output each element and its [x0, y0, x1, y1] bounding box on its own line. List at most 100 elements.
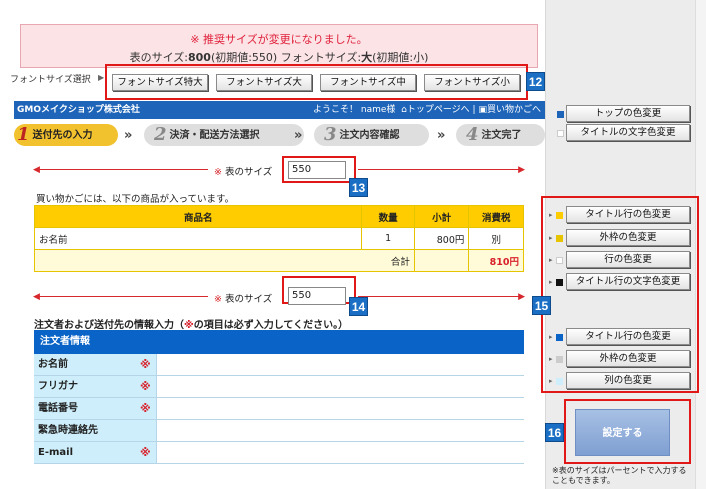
callout-14: 14 — [349, 297, 368, 316]
name-field[interactable] — [156, 354, 524, 375]
orderer-section-title: 注文者および送付先の情報入力（※の項目は必ず入力してください。） — [34, 316, 348, 331]
header-links: ようこそ！ name様 ⌂トップページへ | ▣買い物かごへ — [313, 101, 541, 119]
bullet-icon: ▸ — [549, 278, 553, 286]
bullet-icon: ▸ — [549, 234, 553, 242]
table-width-line: ◀ — [33, 165, 208, 175]
orderer-table-header: 注文者情報 — [34, 330, 524, 354]
bullet-icon: ▸ — [549, 355, 553, 363]
furigana-field[interactable] — [156, 376, 524, 397]
row-color-button[interactable]: 行の色変更 — [566, 251, 690, 268]
step-number: 4 — [466, 124, 479, 145]
table-width-line: ◀ — [33, 292, 208, 302]
alert-font-size: 大 — [361, 51, 373, 64]
step-1: 1 送付先の入力 — [14, 124, 118, 146]
checkout-steps: 1 送付先の入力 » 2 決済・配送方法選択 » 3 注文内容確認 » 4 注文完了 — [14, 122, 545, 148]
required-mark: ※ — [140, 380, 151, 393]
bullet-icon: ▸ — [549, 211, 553, 219]
total-label: 合計 — [34, 249, 415, 272]
callout-15: 15 — [532, 296, 551, 315]
footnote: ※表のサイズはパーセントで入力することもできます。 — [552, 466, 687, 485]
required-mark: ※ — [140, 446, 151, 459]
table-header-row: 商品名 数量 小計 消費税 — [33, 205, 524, 228]
chevron-right-icon: » — [294, 128, 303, 143]
color-swatch — [556, 212, 563, 219]
step-number: 3 — [324, 124, 337, 145]
bullet-icon: ▸ — [549, 333, 553, 341]
item-subtotal: 800円 — [413, 227, 470, 250]
apply-settings-button[interactable]: 設定する — [575, 409, 670, 456]
font-size-medium-button[interactable]: フォントサイズ中 — [320, 74, 416, 91]
shop-header: GMOメイクショップ株式会社 ようこそ！ name様 ⌂トップページへ | ▣買… — [14, 101, 545, 119]
font-size-label: フォントサイズ選択 — [10, 75, 91, 85]
top-color-button[interactable]: トップの色変更 — [566, 105, 690, 122]
form-row-furigana: フリガナ ※ — [34, 376, 524, 398]
cart-icon: ▣ — [478, 105, 487, 115]
color-swatch — [556, 257, 563, 264]
email-field[interactable] — [156, 442, 524, 463]
color-swatch — [556, 378, 563, 385]
step-number: 2 — [154, 124, 167, 145]
alert-text: 表のサイズ: — [129, 51, 188, 64]
chevron-right-icon: » — [124, 128, 133, 143]
step-label: 注文完了 — [481, 130, 522, 141]
required-mark: ※ — [214, 294, 222, 305]
cart-link[interactable]: 買い物かごへ — [487, 105, 541, 115]
alert-line-1: ※ 推奨サイズが変更になりました。 — [190, 33, 368, 46]
step-number: 1 — [17, 124, 30, 145]
item-name: お名前 — [33, 227, 363, 250]
title-text-color-button[interactable]: タイトルの文字色変更 — [566, 124, 690, 141]
callout-16: 16 — [545, 423, 564, 442]
chevron-right-icon: » — [437, 128, 446, 143]
font-size-large-button[interactable]: フォントサイズ大 — [216, 74, 312, 91]
field-label: フリガナ — [34, 376, 156, 397]
color-swatch — [556, 334, 563, 341]
col-header: 小計 — [413, 205, 470, 228]
bullet-icon: ▸ — [549, 377, 553, 385]
item-tax: 別 — [468, 227, 524, 250]
col-header: 数量 — [361, 205, 415, 228]
col-header: 消費税 — [468, 205, 524, 228]
callout-13: 13 — [349, 178, 368, 197]
total-row: 合計 810円 — [34, 249, 524, 272]
color-swatch — [557, 130, 564, 137]
alert-text: (初期値:550) フォントサイズ: — [210, 51, 362, 64]
alert-line-2: 表のサイズ:800(初期値:550) フォントサイズ:大(初期値:小) — [21, 49, 537, 65]
table-size-input[interactable]: 550 — [288, 161, 346, 179]
phone-field[interactable] — [156, 398, 524, 419]
triangle-right-icon: ▶ — [98, 73, 105, 82]
title-row-color-button-2[interactable]: タイトル行の色変更 — [566, 328, 690, 345]
field-label: 電話番号 — [34, 398, 156, 419]
table-row: お名前 1 800円 別 — [33, 227, 524, 250]
table-width-line: ▶ — [358, 165, 525, 175]
color-swatch — [556, 235, 563, 242]
required-mark: ※ — [140, 358, 151, 371]
column-color-button[interactable]: 列の色変更 — [566, 372, 690, 389]
border-color-button[interactable]: 外枠の色変更 — [566, 229, 690, 246]
recommendation-alert: ※ 推奨サイズが変更になりました。 表のサイズ:800(初期値:550) フォン… — [20, 24, 538, 68]
col-header: 商品名 — [33, 205, 363, 228]
step-2: 2 決済・配送方法選択 — [144, 124, 304, 146]
top-page-link[interactable]: トップページへ — [407, 105, 470, 115]
form-row-phone: 電話番号 ※ — [34, 398, 524, 420]
total-value: 810円 — [468, 249, 524, 272]
step-3: 3 注文内容確認 — [314, 124, 429, 146]
step-label: 注文内容確認 — [339, 130, 400, 141]
font-size-xlarge-button[interactable]: フォントサイズ特大 — [112, 74, 208, 91]
title-row-color-button[interactable]: タイトル行の色変更 — [566, 206, 690, 223]
label-text: 表のサイズ — [225, 294, 273, 305]
step-label: 決済・配送方法選択 — [169, 130, 260, 141]
border-color-button-2[interactable]: 外枠の色変更 — [566, 350, 690, 367]
font-size-small-button[interactable]: フォントサイズ小 — [424, 74, 520, 91]
form-row-name: お名前 ※ — [34, 354, 524, 376]
table-size-input[interactable]: 550 — [288, 287, 346, 305]
emergency-contact-field[interactable] — [156, 420, 524, 441]
cart-note: 買い物かごには、以下の商品が入っています。 — [36, 194, 235, 205]
step-label: 送付先の入力 — [32, 130, 93, 141]
form-row-emergency: 緊急時連絡先 — [34, 420, 524, 442]
required-mark: ※ — [214, 167, 222, 178]
field-label: 緊急時連絡先 — [34, 420, 156, 441]
required-mark: ※ — [140, 402, 151, 415]
item-qty: 1 — [361, 227, 415, 250]
title-row-text-color-button[interactable]: タイトル行の文字色変更 — [566, 273, 690, 290]
bullet-icon: ▸ — [549, 256, 553, 264]
